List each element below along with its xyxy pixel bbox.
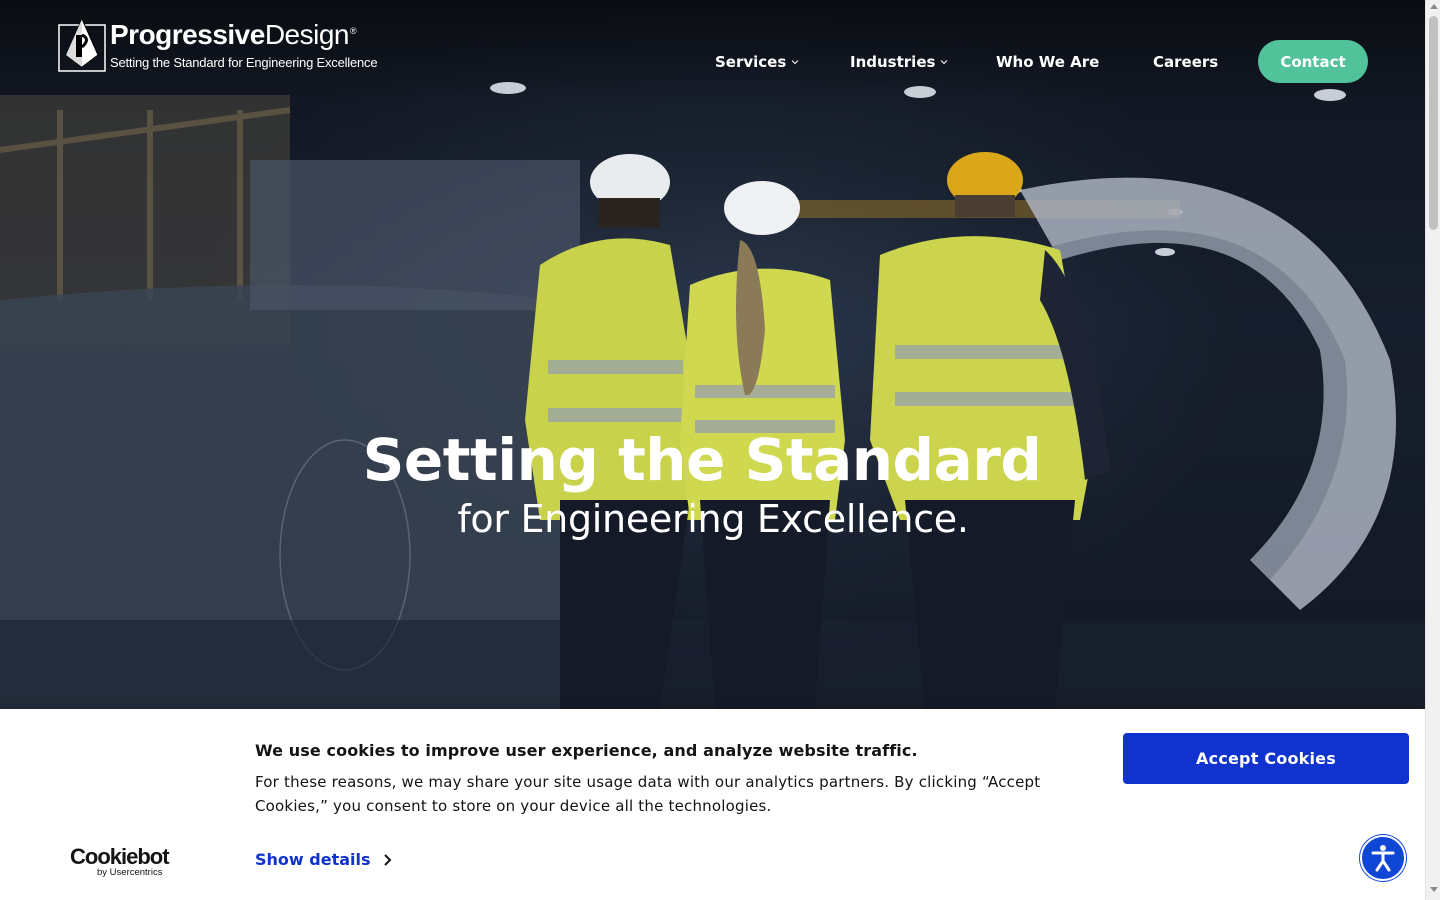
show-details-label: Show details: [255, 850, 371, 869]
accept-cookies-button[interactable]: Accept Cookies: [1123, 733, 1409, 784]
cookie-heading: We use cookies to improve user experienc…: [255, 741, 918, 760]
nav-who-we-are-label: Who We Are: [996, 52, 1100, 71]
logo-registered-mark: ®: [350, 25, 357, 36]
nav-careers-label: Careers: [1153, 52, 1219, 71]
logo-wordmark-light: Design: [264, 19, 350, 50]
nav-careers[interactable]: Careers: [1153, 40, 1218, 83]
chevron-right-icon: [383, 853, 391, 866]
accessibility-button[interactable]: [1360, 835, 1406, 881]
logo-wordmark-bold: Progressive: [110, 19, 265, 50]
nav-industries-label: Industries: [850, 52, 936, 71]
cookiebot-by-usercentrics: by Usercentrics: [97, 867, 163, 878]
chevron-down-icon: [791, 59, 799, 64]
logo-mark-icon: [58, 17, 106, 72]
logo-tagline: Setting the Standard for Engineering Exc…: [110, 55, 378, 70]
nav-services-label: Services: [715, 52, 787, 71]
logo-wordmark: ProgressiveDesign®: [110, 19, 357, 51]
cookiebot-logo: Cookiebot by Usercentrics: [70, 844, 180, 878]
hero-subtitle: for Engineering Excellence.: [457, 497, 969, 541]
nav-who-we-are[interactable]: Who We Are: [996, 40, 1099, 83]
nav-services[interactable]: Services: [715, 40, 799, 83]
nav-industries[interactable]: Industries: [850, 40, 948, 83]
show-details-link[interactable]: Show details: [255, 850, 392, 869]
site-header: ProgressiveDesign® Setting the Standard …: [0, 0, 1425, 120]
cookie-description: For these reasons, we may share your sit…: [255, 773, 1041, 815]
chevron-down-icon: [941, 59, 948, 64]
cookie-consent-banner: Cookiebot by Usercentrics We use cookies…: [0, 709, 1425, 900]
page-scrollbar[interactable]: [1425, 0, 1440, 900]
site-logo[interactable]: ProgressiveDesign® Setting the Standard …: [58, 17, 388, 75]
scroll-up-arrow-icon[interactable]: [1430, 4, 1438, 9]
accessibility-icon: [1371, 845, 1395, 872]
contact-button[interactable]: Contact: [1258, 40, 1368, 83]
scroll-thumb[interactable]: [1429, 16, 1438, 230]
scroll-down-arrow-icon[interactable]: [1430, 887, 1438, 892]
hero-title: Setting the Standard: [362, 426, 1042, 494]
